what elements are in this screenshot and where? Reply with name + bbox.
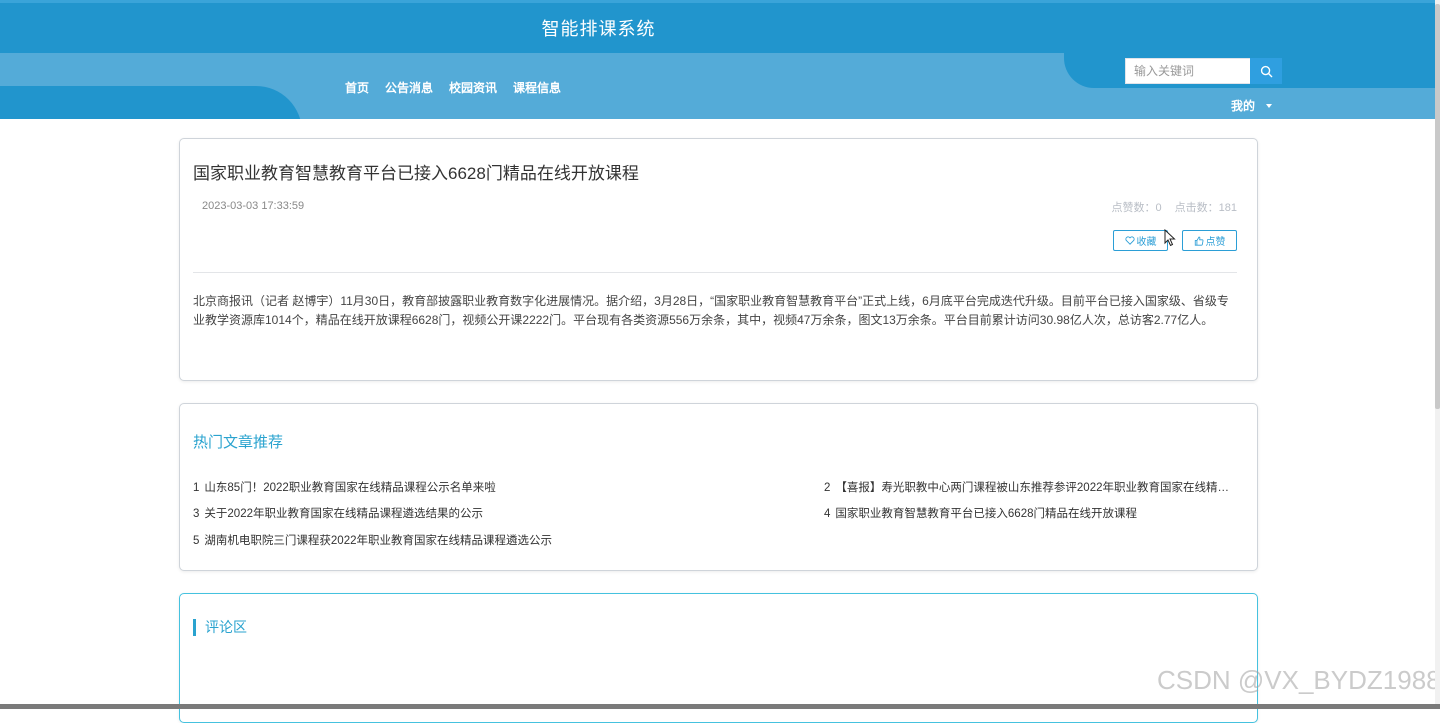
header-decoration-left bbox=[0, 86, 302, 119]
list-item-number: 2 bbox=[824, 482, 831, 494]
nav-notices[interactable]: 公告消息 bbox=[377, 79, 441, 96]
list-item-text: 【喜报】寿光职教中心两门课程被山东推荐参评2022年职业教育国家在线精品课程 bbox=[835, 482, 1236, 494]
watermark: CSDN @VX_BYDZ1988 bbox=[1157, 665, 1440, 695]
search-input[interactable] bbox=[1125, 58, 1250, 84]
list-item[interactable]: 5 湖南机电职院三门课程获2022年职业教育国家在线精品课程遴选公示 bbox=[193, 532, 753, 548]
favorite-button[interactable]: 收藏 bbox=[1113, 230, 1168, 251]
site-title: 智能排课系统 bbox=[541, 19, 656, 39]
list-item-text: 山东85门！2022职业教育国家在线精品课程公示名单来啦 bbox=[204, 482, 496, 494]
article-stats: 点赞数：0 点击数：181 bbox=[1101, 199, 1237, 215]
header-top-line bbox=[0, 0, 1440, 3]
article-body: 北京商报讯（记者 赵博宇）11月30日，教育部披露职业教育数字化进展情况。据介绍… bbox=[193, 294, 1229, 327]
list-item-text: 湖南机电职院三门课程获2022年职业教育国家在线精品课程遴选公示 bbox=[204, 535, 552, 547]
like-button[interactable]: 点赞 bbox=[1182, 230, 1237, 251]
user-menu[interactable]: 我的 bbox=[1231, 97, 1273, 114]
thumbs-up-icon bbox=[1194, 236, 1203, 246]
nav-campus-news[interactable]: 校园资讯 bbox=[441, 79, 505, 96]
search-box bbox=[1125, 58, 1282, 84]
site-header: 智能排课系统 首页 公告消息 校园资讯 课程信息 我的 bbox=[0, 0, 1440, 119]
comment-section-title: 评论区 bbox=[193, 619, 247, 636]
click-count: 点击数：181 bbox=[1174, 202, 1237, 214]
article-divider bbox=[193, 272, 1237, 273]
hot-articles-title: 热门文章推荐 bbox=[193, 434, 284, 451]
list-item-number: 3 bbox=[193, 508, 200, 520]
list-item[interactable]: 4 国家职业教育智慧教育平台已接入6628门精品在线开放课程 bbox=[824, 505, 1236, 521]
nav-course-info[interactable]: 课程信息 bbox=[505, 79, 569, 96]
main-nav: 首页 公告消息 校园资讯 课程信息 bbox=[337, 79, 569, 96]
list-item[interactable]: 1 山东85门！2022职业教育国家在线精品课程公示名单来啦 bbox=[193, 479, 753, 495]
hot-articles-card: 热门文章推荐 1 山东85门！2022职业教育国家在线精品课程公示名单来啦 2 【喜… bbox=[179, 403, 1258, 571]
mouse-cursor-icon bbox=[1164, 229, 1176, 247]
list-item-number: 5 bbox=[193, 535, 200, 547]
page-scrollbar[interactable] bbox=[1435, 0, 1440, 709]
search-icon bbox=[1260, 65, 1272, 77]
list-item-text: 关于2022年职业教育国家在线精品课程遴选结果的公示 bbox=[204, 508, 483, 520]
nav-home[interactable]: 首页 bbox=[337, 79, 377, 96]
article-title: 国家职业教育智慧教育平台已接入6628门精品在线开放课程 bbox=[193, 164, 639, 183]
list-item[interactable]: 2 【喜报】寿光职教中心两门课程被山东推荐参评2022年职业教育国家在线精品课程 bbox=[824, 479, 1236, 495]
heart-icon bbox=[1124, 236, 1135, 245]
favorite-label: 收藏 bbox=[1136, 237, 1157, 248]
like-count: 点赞数：0 bbox=[1111, 202, 1162, 214]
user-menu-label: 我的 bbox=[1231, 99, 1256, 113]
article-date: 2023-03-03 17:33:59 bbox=[202, 200, 305, 212]
list-item-text: 国家职业教育智慧教育平台已接入6628门精品在线开放课程 bbox=[835, 508, 1137, 520]
list-item-number: 1 bbox=[193, 482, 200, 494]
search-button[interactable] bbox=[1250, 58, 1282, 84]
list-item-number: 4 bbox=[824, 508, 831, 520]
bottom-edge bbox=[0, 704, 1440, 709]
caret-down-icon bbox=[1266, 103, 1273, 108]
like-label: 点赞 bbox=[1205, 237, 1226, 248]
scrollbar-thumb[interactable] bbox=[1435, 4, 1440, 409]
list-item[interactable]: 3 关于2022年职业教育国家在线精品课程遴选结果的公示 bbox=[193, 505, 753, 521]
article-card: 国家职业教育智慧教育平台已接入6628门精品在线开放课程 2023-03-03 … bbox=[179, 138, 1258, 381]
